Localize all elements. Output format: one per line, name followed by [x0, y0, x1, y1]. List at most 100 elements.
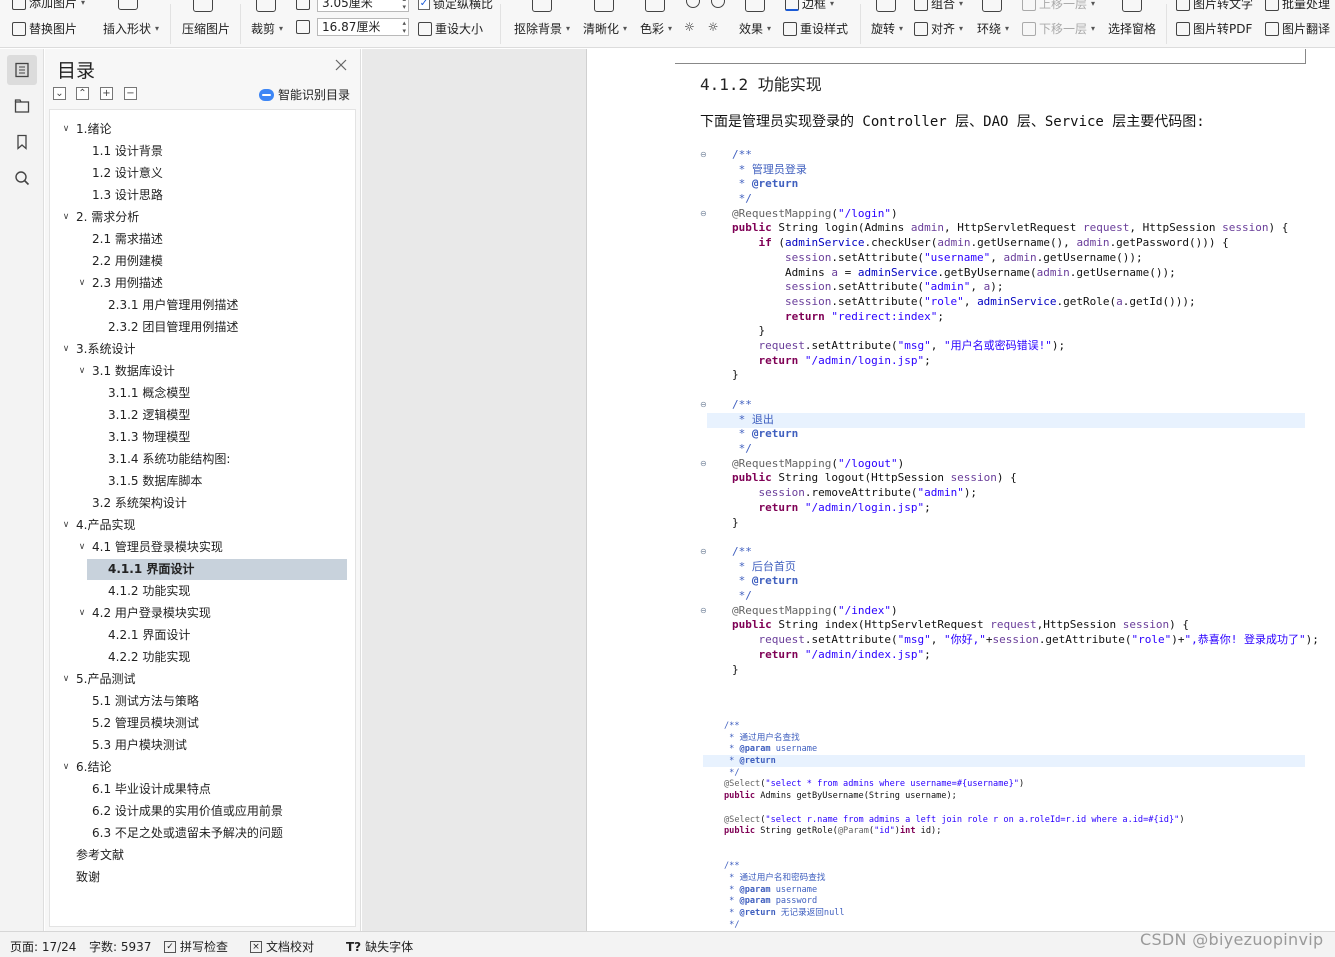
toc-item[interactable]: 参考文献 [50, 844, 355, 866]
toc-item[interactable]: ∨ 2.3 用例描述 [50, 272, 355, 294]
crop-button[interactable]: 裁剪 ▾ [251, 20, 283, 37]
header-rule [675, 63, 1306, 64]
missing-font-button[interactable]: T? 缺失字体 [346, 938, 413, 955]
spell-check-button[interactable]: ✓ 拼写检查 [164, 938, 228, 955]
page-indicator[interactable]: 页面: 17/24 [10, 938, 76, 955]
expand-toggle-icon[interactable]: ∨ [60, 514, 72, 536]
toc-item[interactable]: ∨ 5.产品测试 [50, 668, 355, 690]
toc-item[interactable]: 6.3 不足之处或遗留未予解决的问题 [50, 822, 355, 844]
compress-image-button[interactable]: 压缩图片 [182, 20, 230, 37]
toc-item[interactable]: 2.3.2 团目管理用例描述 [50, 316, 355, 338]
toc-item[interactable]: 6.1 毕业设计成果特点 [50, 778, 355, 800]
toc-item[interactable]: 3.2 系统架构设计 [50, 492, 355, 514]
replace-image-button[interactable]: 替换图片 [12, 20, 77, 37]
toc-item[interactable]: 1.1 设计背景 [50, 140, 355, 162]
toc-item[interactable]: ∨ 2. 需求分析 [50, 206, 355, 228]
add-image-button[interactable]: 添加图片 ▾ [12, 0, 85, 11]
wrap-button[interactable]: 环绕 ▾ [977, 20, 1009, 37]
word-count[interactable]: 字数: 5937 [89, 938, 151, 955]
toc-item[interactable]: 3.1.2 逻辑模型 [50, 404, 355, 426]
toc-item[interactable]: 致谢 [50, 866, 355, 888]
toc-item[interactable]: 3.1.5 数据库脚本 [50, 470, 355, 492]
group-button[interactable]: 组合 ▾ [914, 0, 963, 12]
chapter-nav-button[interactable] [7, 91, 37, 121]
code-image-dao[interactable]: /** * 通过用户名查找 * @param username * @retur… [724, 721, 1185, 931]
toc-item[interactable]: 2.1 需求描述 [50, 228, 355, 250]
toc-item[interactable]: 1.2 设计意义 [50, 162, 355, 184]
code-line: @RequestMapping("/logout") [732, 456, 905, 470]
insert-shape-button[interactable]: 插入形状 ▾ [103, 20, 159, 37]
color-button[interactable]: 色彩 ▾ [640, 20, 672, 37]
toc-panel-button[interactable] [7, 55, 37, 85]
bring-forward-button[interactable]: 上移一层 ▾ [1022, 0, 1095, 12]
proofread-button[interactable]: × 文档校对 [250, 938, 314, 955]
width-input[interactable]: 3.05厘米▴▾ [317, 0, 409, 12]
add-heading-button[interactable]: + [100, 87, 113, 100]
toc-item[interactable]: 2.2 用例建模 [50, 250, 355, 272]
code-line: /** [732, 398, 752, 411]
toc-item[interactable]: 3.1.1 概念模型 [50, 382, 355, 404]
expand-toggle-icon[interactable]: ∨ [76, 602, 88, 624]
expand-toggle-icon[interactable]: ∨ [76, 272, 88, 294]
toc-item[interactable]: ∨ 3.1 数据库设计 [50, 360, 355, 382]
collapse-all-button[interactable]: ⌄ [53, 87, 66, 100]
toc-item[interactable]: ∨ 3.系统设计 [50, 338, 355, 360]
remove-background-button[interactable]: 抠除背景 ▾ [514, 20, 570, 37]
contrast-down-icon [711, 0, 725, 8]
toc-item[interactable]: ∨ 4.1 管理员登录模块实现 [50, 536, 355, 558]
toc-item[interactable]: 5.2 管理员模块测试 [50, 712, 355, 734]
code-line: if (adminService.checkUser(admin.getUser… [758, 236, 1229, 250]
image-to-text-button[interactable]: 图片转文字 [1176, 0, 1253, 12]
image-translate-button[interactable]: 图片翻译 [1265, 20, 1330, 37]
expand-toggle-icon[interactable]: ∨ [60, 338, 72, 360]
toc-item[interactable]: ∨ 1.绪论 [50, 118, 355, 140]
toc-item[interactable]: 5.1 测试方法与策略 [50, 690, 355, 712]
toc-item[interactable]: 2.3.1 用户管理用例描述 [50, 294, 355, 316]
expand-toggle-icon[interactable]: ∨ [76, 360, 88, 382]
reset-style-button[interactable]: 重设样式 [783, 20, 848, 37]
expand-up-button[interactable]: ⌃ [76, 87, 89, 100]
fold-marker: ⊖ [700, 547, 707, 556]
batch-process-button[interactable]: 批量处理 [1265, 0, 1330, 12]
expand-toggle-icon[interactable]: ∨ [60, 756, 72, 778]
bookmark-button[interactable] [7, 127, 37, 157]
sharpen-button[interactable]: 清晰化 ▾ [583, 20, 627, 37]
expand-toggle-icon[interactable]: ∨ [60, 118, 72, 140]
toc-item[interactable]: 6.2 设计成果的实用价值或应用前景 [50, 800, 355, 822]
toc-item[interactable]: ∨ 6.结论 [50, 756, 355, 778]
close-icon[interactable] [333, 57, 349, 73]
toc-item[interactable]: ∨ 4.产品实现 [50, 514, 355, 536]
toc-item[interactable]: 4.1.2 功能实现 [50, 580, 355, 602]
code-image-index[interactable]: /** * 后台首页 * @return */@RequestMapping("… [732, 545, 1319, 677]
document-page[interactable]: 4.1.2 功能实现 下面是管理员实现登录的 Controller 层、DAO … [586, 49, 1335, 931]
toc-item[interactable]: 5.3 用户模块测试 [50, 734, 355, 756]
code-line: } [732, 662, 739, 676]
remove-heading-button[interactable]: − [124, 87, 137, 100]
border-button[interactable]: 边框 ▾ [785, 0, 834, 12]
toc-item-selected[interactable]: 4.1.1 界面设计 [50, 558, 355, 580]
search-button[interactable] [7, 163, 37, 193]
expand-toggle-icon[interactable]: ∨ [60, 206, 72, 228]
rotate-button[interactable]: 旋转 ▾ [871, 20, 903, 37]
send-backward-button[interactable]: 下移一层 ▾ [1022, 20, 1095, 37]
image-to-pdf-button[interactable]: 图片转PDF [1176, 20, 1252, 37]
code-image-login[interactable]: /** * 管理员登录 * @return */@RequestMapping(… [732, 148, 1288, 383]
height-input[interactable]: 16.87厘米 ▴ ▾ [317, 18, 409, 36]
toc-item[interactable]: 4.2.2 功能实现 [50, 646, 355, 668]
code-image-logout[interactable]: /** * 退出 * @return */@RequestMapping("/l… [732, 398, 1017, 530]
smart-detect-toc-button[interactable]: 智能识别目录 [259, 86, 350, 103]
lock-ratio-checkbox[interactable]: ✓ 锁定纵横比 [418, 0, 493, 12]
toc-item[interactable]: 3.1.4 系统功能结构图: [50, 448, 355, 470]
send-backward-icon [1022, 21, 1036, 36]
expand-toggle-icon[interactable]: ∨ [76, 536, 88, 558]
effects-button[interactable]: 效果 ▾ [739, 20, 771, 37]
reset-size-button[interactable]: 重设大小 [418, 20, 483, 37]
toc-item[interactable]: 1.3 设计思路 [50, 184, 355, 206]
brightness-buttons[interactable]: ☼ ☼ [684, 20, 719, 34]
expand-toggle-icon[interactable]: ∨ [60, 668, 72, 690]
toc-item[interactable]: 4.2.1 界面设计 [50, 624, 355, 646]
toc-item[interactable]: 3.1.3 物理模型 [50, 426, 355, 448]
toc-item[interactable]: ∨ 4.2 用户登录模块实现 [50, 602, 355, 624]
selection-pane-button[interactable]: 选择窗格 [1108, 20, 1156, 37]
align-button[interactable]: 对齐 ▾ [914, 20, 963, 37]
